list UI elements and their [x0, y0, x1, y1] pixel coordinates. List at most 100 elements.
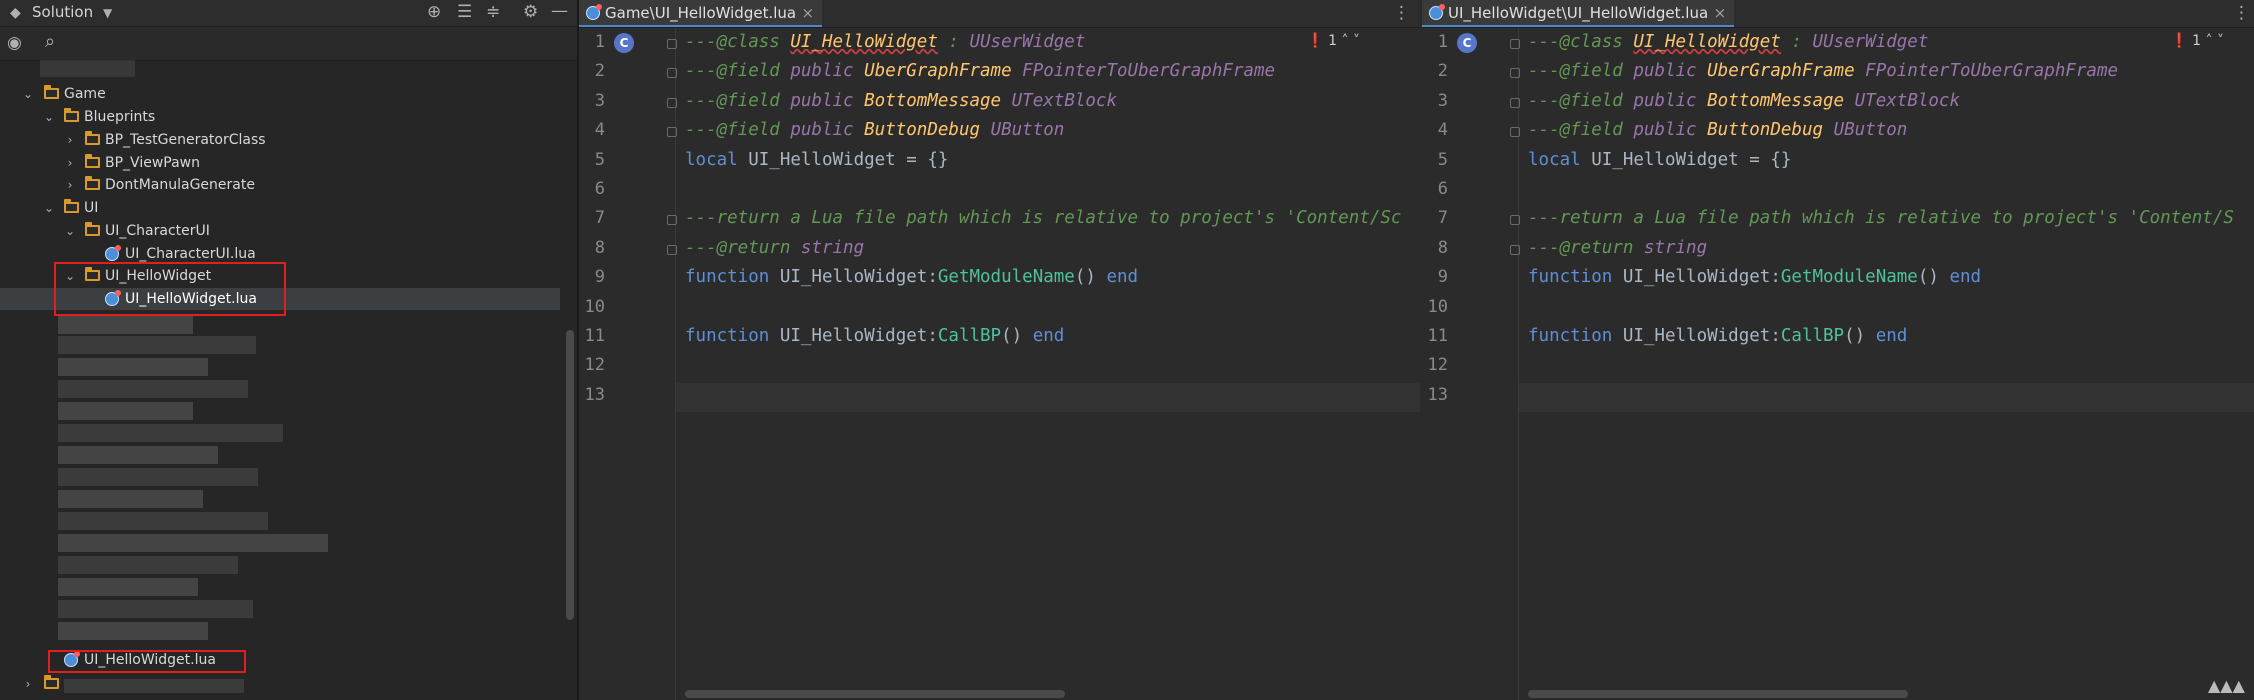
fold-marker-icon[interactable]: [667, 39, 677, 49]
more-options-icon[interactable]: ⋮: [1393, 3, 1410, 23]
horizontal-scrollbar[interactable]: [1528, 690, 1908, 698]
minimize-icon[interactable]: —: [551, 1, 568, 21]
class-gutter-icon[interactable]: C: [1457, 33, 1477, 53]
tree-label: UI: [84, 200, 99, 216]
fold-marker-icon[interactable]: [1510, 127, 1520, 138]
expand-all-icon[interactable]: ☰: [457, 2, 472, 22]
code-line-1[interactable]: ---@class UI_HelloWidget : UUserWidget: [1528, 30, 1928, 54]
line-number: 13: [584, 384, 605, 405]
tree-item-ui-characterui[interactable]: ⌄ UI_CharacterUI: [0, 220, 560, 242]
tab-ui-hellowidget-ui-hellowidget[interactable]: UI_HelloWidget\UI_HelloWidget.lua ×: [1422, 0, 1735, 27]
chevron-down-icon[interactable]: ⌄: [63, 220, 77, 242]
code-line-4[interactable]: ---@field public ButtonDebug UButton: [1528, 118, 1907, 142]
folder-icon: [44, 675, 59, 689]
error-indicator[interactable]: ❗ 1 ˄ ˅: [2171, 33, 2224, 49]
code-token: (): [1001, 326, 1033, 346]
line-number: 10: [1427, 296, 1448, 317]
fold-marker-icon[interactable]: [667, 68, 677, 79]
tree-item-ui[interactable]: ⌄ UI: [0, 197, 560, 219]
close-icon[interactable]: ×: [1714, 0, 1727, 26]
code-token: ---@field: [685, 120, 791, 141]
chevron-right-icon[interactable]: ›: [63, 174, 77, 196]
chevron-down-icon[interactable]: ⌄: [21, 83, 35, 105]
inspector-icon[interactable]: ▲▲▲: [2208, 676, 2245, 695]
eye-icon[interactable]: ◉: [7, 33, 22, 53]
line-number: 1: [1437, 32, 1448, 52]
line-number: 3: [594, 90, 605, 111]
code-line-7[interactable]: ---return a Lua file path which is relat…: [1528, 206, 2234, 230]
line-number: 4: [1437, 120, 1448, 141]
code-line-9[interactable]: function UI_HelloWidget:GetModuleName() …: [1528, 265, 1981, 289]
fold-marker-icon[interactable]: [1510, 68, 1520, 79]
solution-dropdown-icon[interactable]: ▼: [103, 3, 112, 23]
code-token: UI_HelloWidget:: [1622, 326, 1781, 346]
tree-item-blueprints[interactable]: ⌄ Blueprints: [0, 106, 560, 128]
collapse-all-icon[interactable]: ≑: [486, 2, 500, 22]
code-token: ButtonDebug: [1707, 120, 1834, 141]
fold-marker-icon[interactable]: [1510, 97, 1520, 108]
code-line-2[interactable]: ---@field public UberGraphFrame FPointer…: [685, 59, 1275, 83]
folder-icon: [64, 108, 79, 122]
fold-marker-icon[interactable]: [1510, 39, 1520, 49]
blurred-item: [58, 380, 248, 398]
horizontal-scrollbar[interactable]: [685, 690, 1065, 698]
tree-scrollbar[interactable]: [566, 330, 574, 620]
tab-label: Game\UI_HelloWidget.lua: [605, 4, 797, 22]
tree-item-bp-testgeneratorclass[interactable]: › BP_TestGeneratorClass: [0, 129, 560, 151]
code-line-11[interactable]: function UI_HelloWidget:CallBP() end: [685, 324, 1064, 348]
fold-marker-icon[interactable]: [1510, 244, 1520, 255]
code-token: UI_HelloWidget = {}: [748, 149, 949, 170]
code-token: UUserWidget: [969, 32, 1086, 52]
lua-file-icon: [105, 245, 121, 261]
code-token: ---@field: [685, 61, 791, 82]
code-line-5[interactable]: local UI_HelloWidget = {}: [685, 148, 948, 172]
code-line-3[interactable]: ---@field public BottomMessage UTextBloc…: [685, 89, 1117, 113]
code-line-1[interactable]: ---@class UI_HelloWidget : UUserWidget: [685, 30, 1085, 54]
settings-icon[interactable]: ⚙: [523, 2, 538, 22]
line-number: 5: [594, 149, 605, 170]
tree-item-blurred[interactable]: ›: [0, 673, 560, 695]
fold-marker-icon[interactable]: [667, 97, 677, 108]
code-token: UButton: [990, 120, 1065, 141]
highlight-box: [48, 650, 246, 673]
code-line-4[interactable]: ---@field public ButtonDebug UButton: [685, 118, 1064, 142]
tree-item-dontmanulagenerate[interactable]: › DontManulaGenerate: [0, 174, 560, 196]
tree-item-bp-viewpawn[interactable]: › BP_ViewPawn: [0, 152, 560, 174]
code-token: local: [1528, 149, 1592, 170]
more-options-icon[interactable]: ⋮: [2233, 3, 2250, 23]
error-indicator[interactable]: ❗ 1 ˄ ˅: [1307, 33, 1360, 49]
close-icon[interactable]: ×: [802, 0, 815, 26]
code-line-3[interactable]: ---@field public BottomMessage UTextBloc…: [1528, 89, 1960, 113]
class-gutter-icon[interactable]: C: [614, 33, 634, 53]
code-token: CallBP: [1780, 326, 1845, 346]
error-navigation-icon[interactable]: ˄ ˅: [1337, 33, 1360, 49]
error-navigation-icon[interactable]: ˄ ˅: [2201, 33, 2224, 49]
chevron-right-icon[interactable]: ›: [21, 673, 35, 695]
code-line-2[interactable]: ---@field public UberGraphFrame FPointer…: [1528, 59, 2118, 83]
code-line-8[interactable]: ---@return string: [685, 236, 864, 260]
search-icon[interactable]: ⌕: [45, 32, 55, 52]
fold-marker-icon[interactable]: [1510, 215, 1520, 226]
chevron-down-icon[interactable]: ⌄: [42, 106, 56, 128]
tab-game-ui-hellowidget[interactable]: Game\UI_HelloWidget.lua ×: [579, 0, 823, 27]
fold-marker-icon[interactable]: [667, 127, 677, 138]
blurred-item: [58, 534, 328, 552]
code-line-5[interactable]: local UI_HelloWidget = {}: [1528, 148, 1791, 172]
locate-icon[interactable]: ⊕: [427, 2, 441, 22]
solution-title[interactable]: Solution: [32, 3, 93, 21]
code-line-9[interactable]: function UI_HelloWidget:GetModuleName() …: [685, 265, 1138, 289]
current-line-highlight: [579, 382, 1420, 412]
solution-panel: ◆ Solution ▼ ⊕ ☰ ≑ ⚙ — ◉ ⌕ ⌄ Game ⌄ Blue…: [0, 0, 579, 700]
chevron-down-icon[interactable]: ⌄: [42, 197, 56, 219]
fold-marker-icon[interactable]: [667, 244, 677, 255]
code-line-7[interactable]: ---return a Lua file path which is relat…: [685, 206, 1401, 230]
tree-item-game[interactable]: ⌄ Game: [0, 83, 560, 105]
code-line-8[interactable]: ---@return string: [1528, 236, 1707, 260]
chevron-right-icon[interactable]: ›: [63, 152, 77, 174]
fold-marker-icon[interactable]: [667, 215, 677, 226]
code-token: FPointerToUberGraphFrame: [1865, 61, 2119, 82]
code-token: GetModuleName: [1780, 267, 1918, 288]
code-line-11[interactable]: function UI_HelloWidget:CallBP() end: [1528, 324, 1907, 348]
chevron-right-icon[interactable]: ›: [63, 129, 77, 151]
tab-label: UI_HelloWidget\UI_HelloWidget.lua: [1448, 4, 1709, 22]
